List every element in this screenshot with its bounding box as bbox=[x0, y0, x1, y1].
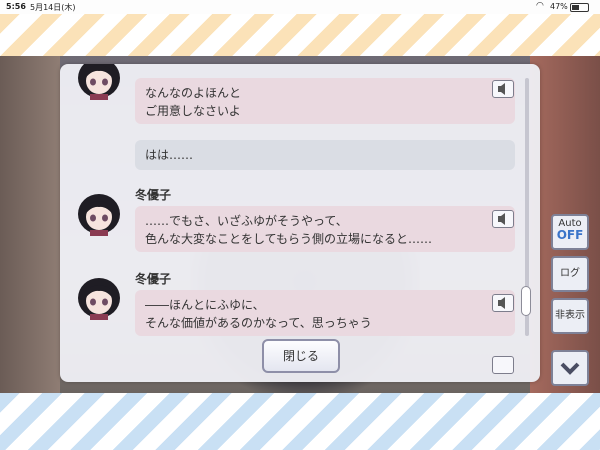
status-time: 5:56 bbox=[6, 2, 26, 11]
hide-button[interactable]: 非表示 bbox=[551, 298, 589, 334]
speaker-name: 冬優子 bbox=[135, 272, 172, 286]
dialogue-line: はは…… bbox=[145, 148, 194, 162]
scrollbar-thumb[interactable] bbox=[521, 286, 531, 316]
character-avatar bbox=[74, 64, 124, 100]
log-button[interactable]: ログ bbox=[551, 256, 589, 292]
character-avatar bbox=[74, 190, 124, 236]
speaker-icon bbox=[498, 297, 505, 309]
auto-state: OFF bbox=[556, 228, 584, 242]
left-building bbox=[0, 56, 60, 393]
dialogue-bubble: ――ほんとにふゆに、 そんな価値があるのかなって、思っちゃう bbox=[135, 290, 515, 336]
voice-play-button-hidden bbox=[492, 356, 514, 374]
log-label: ログ bbox=[560, 268, 580, 279]
auto-toggle-button[interactable]: Auto OFF bbox=[551, 214, 589, 250]
status-bar: 5:56 5月14日(木) ◠ 47% bbox=[0, 0, 600, 14]
battery-percent: 47% bbox=[550, 2, 568, 11]
menu-collapse-button[interactable] bbox=[551, 350, 589, 386]
speaker-icon bbox=[498, 213, 505, 225]
voice-play-button[interactable] bbox=[492, 80, 514, 98]
character-avatar bbox=[74, 274, 124, 320]
speaker-name: 冬優子 bbox=[135, 188, 172, 202]
battery-icon bbox=[570, 3, 589, 12]
close-button[interactable]: 閉じる bbox=[262, 339, 340, 373]
dialogue-line: ご用意しなさいよ bbox=[145, 104, 241, 118]
status-date: 5月14日(木) bbox=[30, 3, 76, 12]
bottom-stripe-border bbox=[0, 393, 600, 450]
dialogue-line: そんな価値があるのかなって、思っちゃう bbox=[145, 316, 372, 330]
dialogue-line: ……でもさ、いざふゆがそうやって、 bbox=[145, 214, 348, 228]
dialogue-bubble: なんなのよほんと ご用意しなさいよ bbox=[135, 78, 515, 124]
dialogue-line: 色んな大変なことをしてもらう側の立場になると…… bbox=[145, 232, 433, 246]
dialogue-bubble: はは…… bbox=[135, 140, 515, 170]
voice-play-button[interactable] bbox=[492, 294, 514, 312]
dialogue-log-panel: なんなのよほんと ご用意しなさいよ はは…… 冬優子 ……でもさ、いざふゆがそう… bbox=[60, 64, 540, 382]
voice-play-button[interactable] bbox=[492, 210, 514, 228]
hide-label: 非表示 bbox=[555, 310, 585, 321]
dialogue-bubble: ……でもさ、いざふゆがそうやって、 色んな大変なことをしてもらう側の立場になると… bbox=[135, 206, 515, 252]
dialogue-line: なんなのよほんと bbox=[145, 86, 242, 100]
dialogue-line: ――ほんとにふゆに、 bbox=[145, 298, 265, 312]
chevron-down-icon bbox=[560, 362, 580, 375]
speaker-icon bbox=[498, 83, 505, 95]
wifi-icon: ◠ bbox=[536, 1, 544, 11]
top-stripe-border bbox=[0, 14, 600, 56]
